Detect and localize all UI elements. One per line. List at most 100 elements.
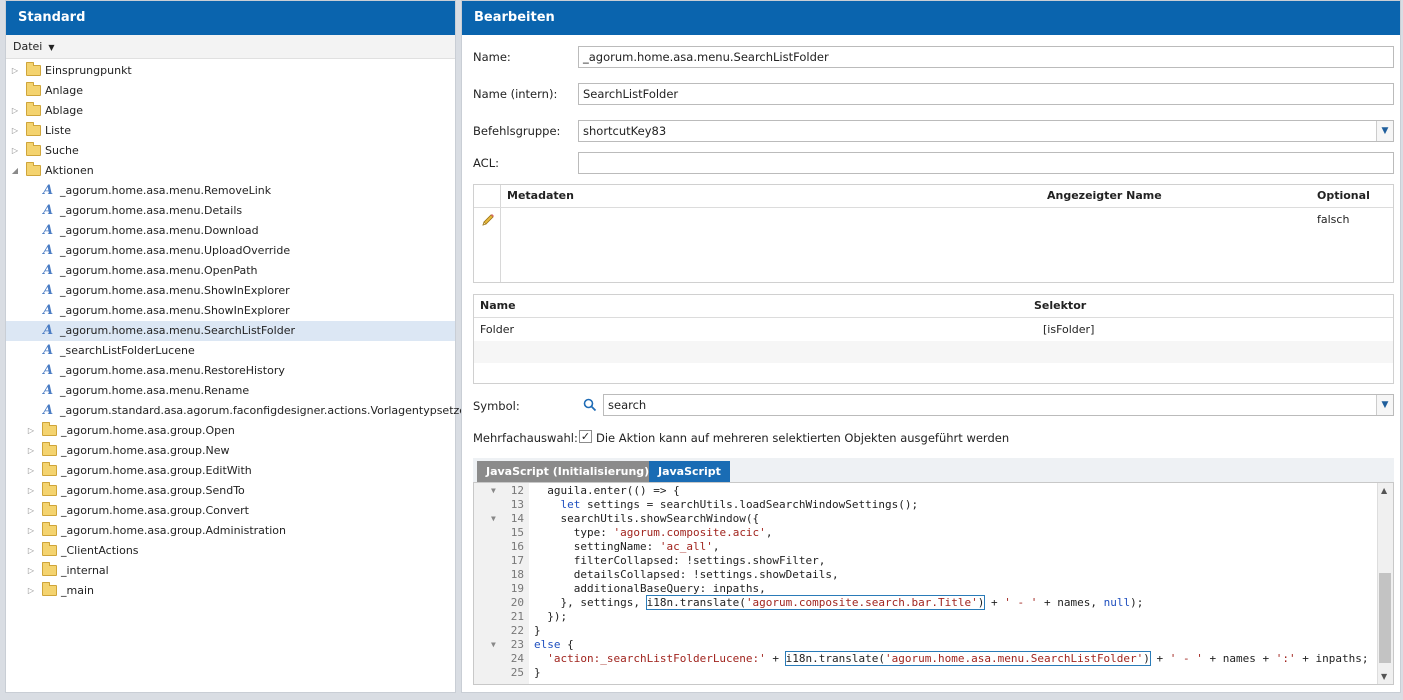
expand-arrow-icon[interactable]: ▷ bbox=[26, 581, 36, 601]
edit-pencil-icon[interactable] bbox=[480, 212, 496, 228]
code-line[interactable]: 21 }); bbox=[474, 610, 1393, 624]
code-text: let settings = searchUtils.loadSearchWin… bbox=[560, 498, 919, 511]
tree-item[interactable]: A _searchListFolderLucene bbox=[6, 341, 455, 361]
tree-item[interactable]: ▷ _agorum.home.asa.group.Convert bbox=[6, 501, 455, 521]
tree-item[interactable]: ▷ _agorum.home.asa.group.Administration bbox=[6, 521, 455, 541]
code-text: }); bbox=[534, 610, 568, 623]
tree-item-label: Anlage bbox=[45, 84, 84, 97]
code-line[interactable]: 25} bbox=[474, 666, 1393, 680]
expand-arrow-icon[interactable]: ▷ bbox=[26, 561, 36, 581]
collapse-arrow-icon[interactable]: ◢ bbox=[10, 161, 20, 181]
scroll-down-icon[interactable]: ▼ bbox=[1381, 672, 1387, 681]
code-line[interactable]: 20 }, settings, i18n.translate('agorum.c… bbox=[474, 595, 1393, 610]
tab-javascript-init[interactable]: JavaScript (Initialisierung) bbox=[477, 461, 659, 482]
code-line[interactable]: 13 let settings = searchUtils.loadSearch… bbox=[474, 498, 1393, 512]
code-line[interactable]: ▼ 23 else { bbox=[474, 638, 1393, 652]
intern-name-input[interactable]: SearchListFolder bbox=[578, 83, 1394, 105]
tree-item[interactable]: A _agorum.standard.asa.agorum.faconfigdes… bbox=[6, 401, 505, 421]
file-menu[interactable]: Datei ▼ bbox=[13, 40, 55, 53]
folder-open-icon bbox=[26, 162, 41, 176]
symbol-select[interactable]: search ▼ bbox=[603, 394, 1394, 416]
tree-item[interactable]: A _agorum.home.asa.menu.Details bbox=[6, 201, 455, 221]
chevron-down-icon[interactable]: ▼ bbox=[1376, 121, 1393, 141]
expand-arrow-icon[interactable]: ▷ bbox=[26, 461, 36, 481]
tree-item[interactable]: ▷ _agorum.home.asa.group.New bbox=[6, 441, 455, 461]
selector-value-cell[interactable]: [isFolder] bbox=[1043, 323, 1094, 336]
code-text: } bbox=[534, 666, 541, 679]
chevron-down-icon[interactable]: ▼ bbox=[1376, 395, 1393, 415]
expand-arrow-icon[interactable]: ▷ bbox=[26, 521, 36, 541]
selector-name-column-header[interactable]: Name bbox=[480, 295, 516, 317]
line-number: 16 bbox=[510, 540, 524, 553]
acl-label: ACL: bbox=[473, 156, 499, 170]
line-number: 23 bbox=[510, 638, 524, 651]
selector-name-cell[interactable]: Folder bbox=[480, 323, 514, 336]
tree-item[interactable]: ▷ _agorum.home.asa.group.SendTo bbox=[6, 481, 455, 501]
selector-column-header[interactable]: Selektor bbox=[1034, 295, 1086, 317]
tree-item[interactable]: A _agorum.home.asa.menu.OpenPath bbox=[6, 261, 455, 281]
vertical-scrollbar[interactable]: ▲ ▼ bbox=[1377, 483, 1393, 684]
code-line[interactable]: 17 filterCollapsed: !settings.showFilter… bbox=[474, 554, 1393, 568]
tree-item[interactable]: A _agorum.home.asa.menu.RestoreHistory bbox=[6, 361, 455, 381]
expand-arrow-icon[interactable]: ▷ bbox=[26, 481, 36, 501]
tree-item[interactable]: ▷ Einsprungpunkt bbox=[6, 61, 455, 81]
optional-column-header[interactable]: Optional bbox=[1317, 185, 1370, 207]
scroll-up-icon[interactable]: ▲ bbox=[1381, 486, 1387, 495]
tree-item-label: _agorum.home.asa.menu.ShowInExplorer bbox=[60, 284, 290, 297]
code-line[interactable]: 15 type: 'agorum.composite.acic', bbox=[474, 526, 1393, 540]
tree-item[interactable]: A _agorum.home.asa.menu.ShowInExplorer bbox=[6, 301, 455, 321]
expand-arrow-icon[interactable]: ▷ bbox=[26, 421, 36, 441]
expand-arrow-icon[interactable]: ▷ bbox=[10, 141, 20, 161]
code-text: searchUtils.showSearchWindow({ bbox=[534, 512, 760, 525]
display-name-column-header[interactable]: Angezeigter Name bbox=[1047, 185, 1162, 207]
tree-item[interactable]: A _agorum.home.asa.menu.Download bbox=[6, 221, 455, 241]
acl-input[interactable] bbox=[578, 152, 1394, 174]
code-line[interactable]: 18 detailsCollapsed: !settings.showDetai… bbox=[474, 568, 1393, 582]
expand-arrow-icon[interactable]: ▷ bbox=[10, 61, 20, 81]
code-line[interactable]: ▼ 14 searchUtils.showSearchWindow({ bbox=[474, 512, 1393, 526]
optional-cell[interactable]: falsch bbox=[1317, 213, 1349, 226]
edit-panel-title: Bearbeiten bbox=[462, 1, 1400, 35]
expand-arrow-icon[interactable]: ▷ bbox=[26, 541, 36, 561]
multi-select-checkbox[interactable]: ✓ bbox=[579, 430, 592, 443]
code-line[interactable]: ▼ 12 aguila.enter(() => { bbox=[474, 484, 1393, 498]
scrollbar-thumb[interactable] bbox=[1379, 573, 1391, 663]
code-text: detailsCollapsed: !settings.showDetails, bbox=[534, 568, 839, 581]
tree-item[interactable]: ◢ Aktionen bbox=[6, 161, 455, 181]
folder-icon bbox=[26, 142, 41, 156]
tree-item[interactable]: ▷ _agorum.home.asa.group.EditWith bbox=[6, 461, 455, 481]
code-line[interactable]: 24 'action:_searchListFolderLucene:' + i… bbox=[474, 651, 1393, 666]
tree-item[interactable]: A _agorum.home.asa.menu.SearchListFolder bbox=[6, 321, 455, 341]
folder-icon bbox=[42, 442, 57, 456]
expand-arrow-icon[interactable]: ▷ bbox=[26, 501, 36, 521]
tree-item[interactable]: ▷ Liste bbox=[6, 121, 455, 141]
name-input[interactable]: _agorum.home.asa.menu.SearchListFolder bbox=[578, 46, 1394, 68]
expand-arrow-icon[interactable]: ▷ bbox=[26, 441, 36, 461]
tree-item[interactable]: ▷ _main bbox=[6, 581, 455, 601]
code-line[interactable]: 22} bbox=[474, 624, 1393, 638]
tab-javascript[interactable]: JavaScript bbox=[649, 461, 730, 482]
tree-item-label: Liste bbox=[45, 124, 71, 137]
code-line[interactable]: 19 additionalBaseQuery: inpaths, bbox=[474, 582, 1393, 596]
name-label: Name: bbox=[473, 50, 511, 64]
expand-arrow-icon[interactable]: ▷ bbox=[10, 121, 20, 141]
tree-item[interactable]: A _agorum.home.asa.menu.ShowInExplorer bbox=[6, 281, 455, 301]
code-line[interactable]: 16 settingName: 'ac_all', bbox=[474, 540, 1393, 554]
tree-item-label: _agorum.home.asa.menu.UploadOverride bbox=[60, 244, 291, 257]
tree-item[interactable]: A _agorum.home.asa.menu.Rename bbox=[6, 381, 455, 401]
tree-item[interactable]: A _agorum.home.asa.menu.UploadOverride bbox=[6, 241, 455, 261]
expand-arrow-icon[interactable]: ▷ bbox=[10, 101, 20, 121]
tree-item[interactable]: ▷ _agorum.home.asa.group.Open bbox=[6, 421, 455, 441]
action-icon: A bbox=[42, 223, 54, 238]
tree-item[interactable]: A _agorum.home.asa.menu.RemoveLink bbox=[6, 181, 455, 201]
tree-item[interactable]: Anlage bbox=[6, 81, 455, 101]
tree-item-label: _agorum.home.asa.menu.Download bbox=[60, 224, 259, 237]
metadata-column-header[interactable]: Metadaten bbox=[507, 185, 574, 207]
code-editor[interactable]: ▼ 12 aguila.enter(() => {13 let settings … bbox=[473, 482, 1394, 685]
tree-item[interactable]: ▷ Suche bbox=[6, 141, 455, 161]
tree-item[interactable]: ▷ _internal bbox=[6, 561, 455, 581]
tree-item[interactable]: ▷ Ablage bbox=[6, 101, 455, 121]
tree-item[interactable]: ▷ _ClientActions bbox=[6, 541, 455, 561]
line-number: 18 bbox=[510, 568, 524, 581]
command-group-select[interactable]: shortcutKey83 ▼ bbox=[578, 120, 1394, 142]
